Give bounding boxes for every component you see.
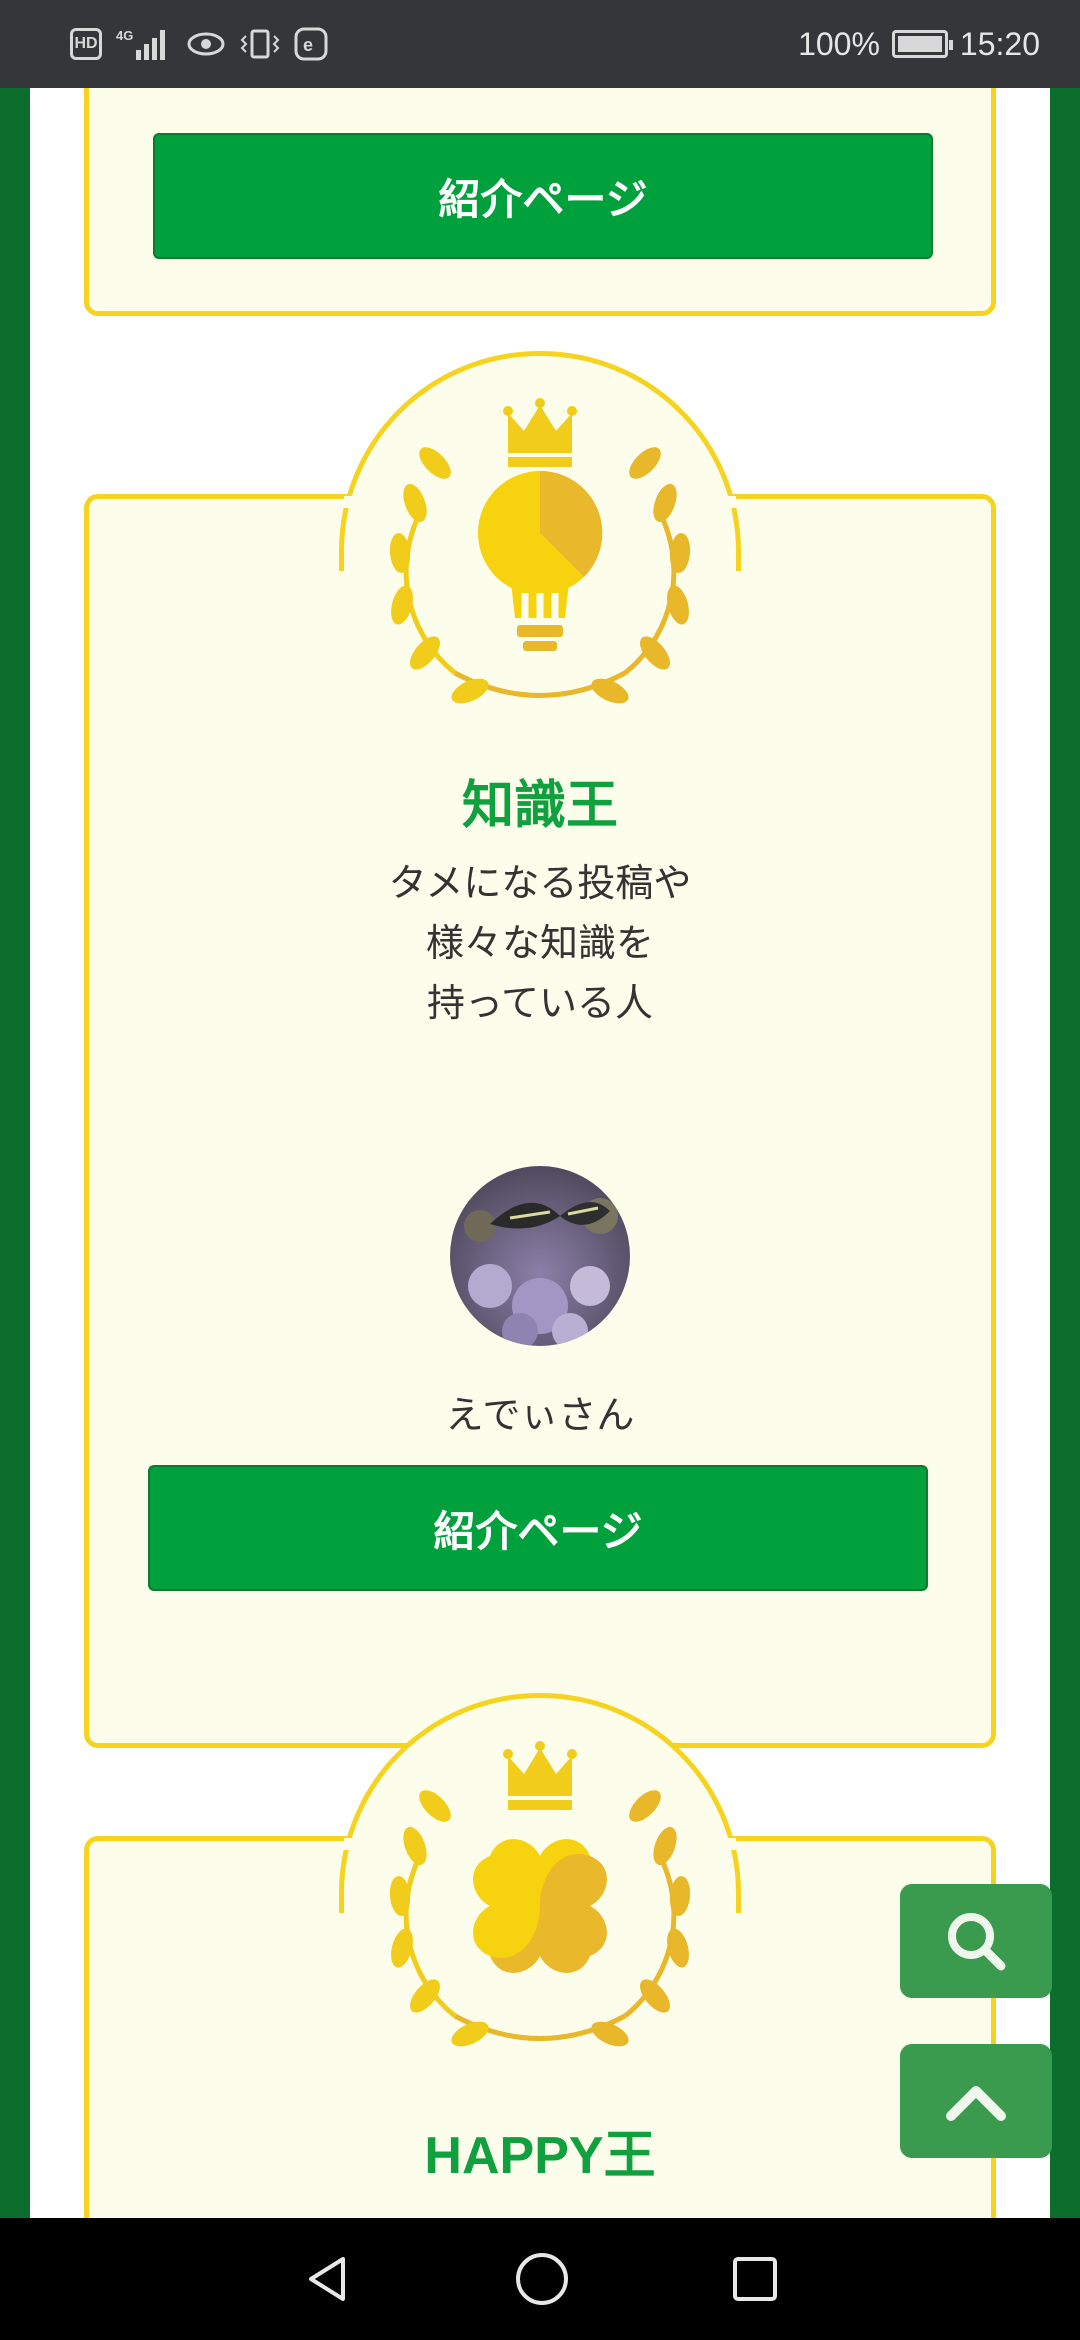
description-line: タメになる投稿や (388, 861, 692, 905)
scroll-top-button[interactable] (900, 2044, 1052, 2158)
page-content: 紹介ページ 知識王 タメになる投稿や 様々な知識を 持っている人 えでぃさん 紹… (30, 88, 1050, 2218)
butterfly-photo (450, 1166, 630, 1346)
status-bar: HD 4G e 100% 15:20 (0, 0, 1080, 88)
clock: 15:20 (959, 25, 1040, 62)
svg-text:4G: 4G (116, 28, 133, 43)
search-button[interactable] (900, 1884, 1052, 1998)
award-description: タメになる投稿や 様々な知識を 持っている人 (30, 853, 1050, 1033)
username: えでぃさん (445, 1393, 635, 1437)
hd-icon: HD (70, 28, 102, 60)
intro-page-button[interactable]: 紹介ページ (148, 1465, 928, 1591)
ranking-card-previous: 紹介ページ (84, 88, 996, 316)
back-icon[interactable] (299, 2251, 355, 2307)
search-icon (948, 1913, 1006, 1971)
description-line (30, 2196, 1050, 2218)
crown-icon (503, 398, 577, 467)
happy-emblem (389, 1741, 691, 2047)
knowledge-emblem (389, 398, 691, 704)
signal-icon: 4G (116, 28, 165, 60)
award-title: HAPPY王 (424, 2127, 656, 2185)
battery-icon (891, 30, 953, 58)
recents-icon[interactable] (729, 2253, 781, 2305)
status-right: 100% 15:20 (798, 26, 1040, 63)
vibrate-icon (240, 29, 280, 59)
clover-icon (473, 1839, 607, 1973)
e-icon: e (294, 27, 328, 61)
navigation-bar (0, 2218, 1080, 2340)
intro-page-button[interactable]: 紹介ページ (153, 133, 933, 259)
award-description-partial (30, 2196, 1050, 2218)
crown-icon (503, 1741, 577, 1810)
avatar[interactable] (450, 1166, 630, 1346)
description-line: 持っている人 (426, 981, 654, 1025)
home-icon[interactable] (512, 2249, 572, 2309)
chevron-up-icon (946, 2086, 1006, 2121)
eye-icon (187, 32, 225, 56)
battery-percent: 100% (798, 25, 880, 62)
status-left: HD 4G e (70, 26, 328, 62)
award-title: 知識王 (461, 777, 618, 835)
svg-text:e: e (303, 35, 313, 55)
description-line: 様々な知識を (425, 921, 654, 965)
lightbulb-icon (478, 470, 603, 651)
